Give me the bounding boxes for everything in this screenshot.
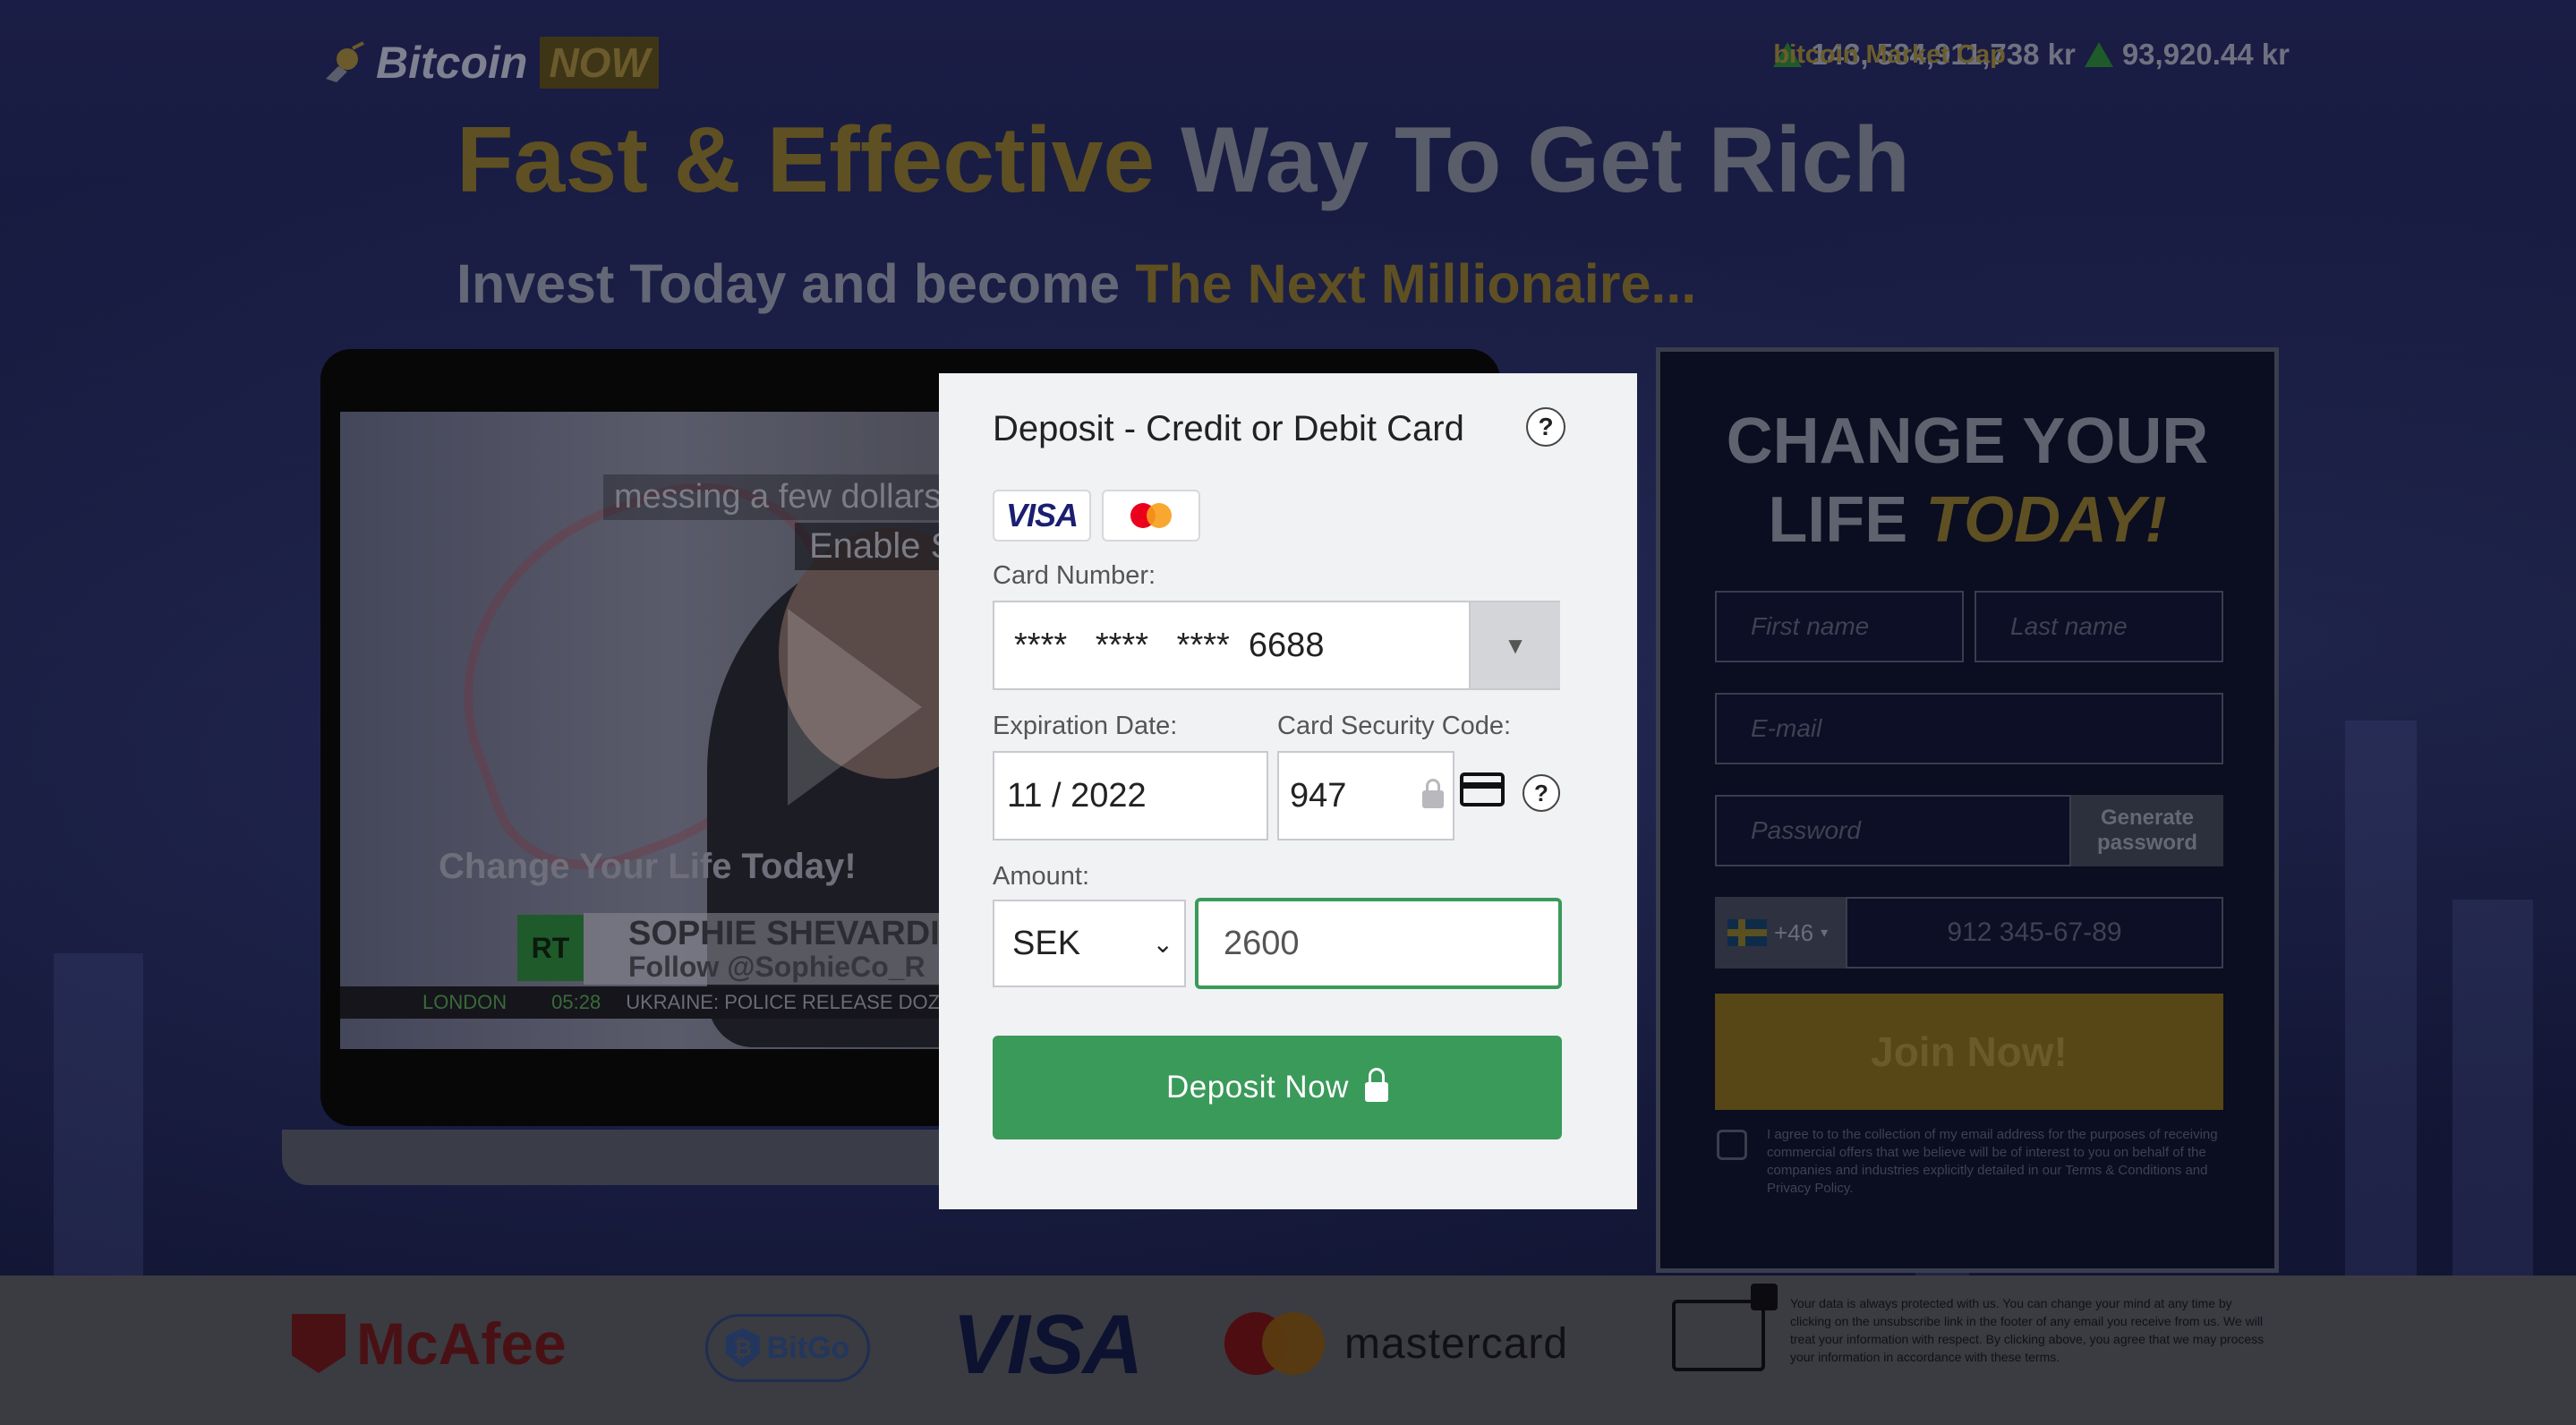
bitcoin-shield-icon: ₿	[725, 1328, 760, 1368]
signup-title-accent: TODAY!	[1925, 484, 2167, 556]
bitgo-label: BitGo	[766, 1330, 850, 1365]
mastercard-label: mastercard	[1344, 1319, 1569, 1368]
join-now-button[interactable]: Join Now!	[1715, 994, 2223, 1110]
password-input[interactable]: Password	[1715, 795, 2071, 866]
price-label: bitcoin	[1773, 39, 1859, 69]
chevron-down-icon: ⌄	[1152, 929, 1173, 958]
security-code-value: 947	[1290, 776, 1347, 815]
currency-value: SEK	[1012, 924, 1081, 962]
mastercard-logo: mastercard	[1224, 1312, 1568, 1375]
email-input[interactable]: E-mail	[1715, 693, 2223, 764]
signup-title-line1: CHANGE YOUR	[1726, 405, 2209, 477]
video-overlay-text: Change Your Life Today!	[439, 847, 857, 886]
mcafee-shield-icon	[292, 1314, 345, 1373]
site-logo[interactable]: Bitcoin NOW	[320, 36, 659, 90]
signup-title-plain: LIFE	[1768, 484, 1908, 556]
subhead-grey: Invest Today and become	[456, 253, 1121, 314]
hero-headline: Fast & Effective Way To Get Rich	[456, 107, 1910, 214]
city-silhouette	[2345, 721, 2417, 1276]
visa-logo: VISA	[952, 1297, 1143, 1391]
amount-value: 2600	[1224, 924, 1300, 962]
generate-password-button[interactable]: Generate password	[2071, 795, 2223, 866]
bitcoin-runner-icon	[320, 39, 367, 86]
headline-grey: Way To Get Rich	[1181, 108, 1910, 212]
phone-country-select[interactable]: +46 ▾	[1715, 897, 1846, 968]
security-code-field[interactable]: 947	[1277, 751, 1454, 840]
first-name-input[interactable]: First name	[1715, 591, 1964, 662]
agree-text: I agree to to the collection of my email…	[1767, 1127, 2218, 1196]
ticker-location: LONDON	[422, 991, 508, 1013]
deposit-now-button[interactable]: Deposit Now	[993, 1036, 1562, 1139]
expiration-field[interactable]: 11 / 2022	[993, 751, 1268, 840]
city-silhouette	[54, 953, 143, 1276]
currency-select[interactable]: SEK ⌄	[993, 900, 1186, 987]
credit-card-icon	[1460, 772, 1505, 806]
amount-label: Amount:	[993, 862, 1089, 891]
help-icon[interactable]: ?	[1526, 407, 1565, 447]
mcafee-badge: McAfee	[292, 1310, 567, 1377]
card-select-dropdown[interactable]: ▼	[1469, 602, 1560, 688]
modal-title: Deposit - Credit or Debit Card	[993, 409, 1464, 448]
bitgo-badge: ₿ BitGo	[705, 1314, 870, 1382]
lower-third-name: SOPHIE SHEVARDI	[628, 915, 940, 952]
deposit-button-label: Deposit Now	[1166, 1070, 1349, 1105]
price-value: 93,920.44 kr	[2121, 38, 2290, 71]
mastercard-circle-orange	[1262, 1312, 1325, 1375]
visa-small-label: VISA	[1005, 497, 1079, 533]
privacy-note: Your data is always protected with us. Y…	[1790, 1296, 2265, 1364]
mcafee-label: McAfee	[356, 1310, 567, 1377]
amount-input[interactable]: 2600	[1195, 898, 1562, 989]
chevron-down-icon: ▾	[1821, 926, 1829, 941]
mastercard-card-logo[interactable]	[1102, 490, 1200, 542]
agree-checkbox[interactable]	[1717, 1130, 1747, 1160]
channel-logo: RT	[517, 915, 584, 981]
headline-gold: Fast & Effective	[456, 108, 1156, 212]
logo-badge: NOW	[540, 37, 659, 89]
secure-data-icon	[1672, 1284, 1778, 1371]
security-help-icon[interactable]: ?	[1523, 774, 1560, 812]
security-code-label: Card Security Code:	[1277, 712, 1512, 740]
sweden-flag-icon	[1727, 919, 1767, 946]
up-arrow-icon	[2084, 42, 2113, 67]
card-number-value: **** **** **** 6688	[1014, 626, 1325, 664]
hero-subheadline: Invest Today and become The Next Million…	[456, 252, 1696, 315]
lower-third-handle: Follow @SophieCo_R	[628, 951, 925, 983]
mc-orange-circle	[1147, 503, 1172, 528]
lock-icon	[1364, 1068, 1388, 1102]
price-ticker: bitcoin Market Cap 143, 584,911,738 kr b…	[1773, 38, 2290, 72]
lock-icon	[1422, 779, 1444, 808]
phone-input[interactable]: 912 345-67-89	[1846, 897, 2223, 968]
chevron-down-icon: ▼	[1504, 631, 1527, 659]
logo-wordmark: Bitcoin	[376, 38, 528, 88]
video-caption: messing a few dollars	[603, 474, 952, 520]
phone-prefix-value: +46	[1774, 918, 1814, 946]
signup-title: CHANGE YOUR LIFE TODAY!	[1660, 402, 2274, 559]
ticker-time: 05:28	[551, 991, 601, 1013]
play-icon[interactable]	[788, 609, 922, 806]
visa-card-logo[interactable]: VISA	[993, 490, 1091, 542]
expiration-label: Expiration Date:	[993, 712, 1178, 740]
deposit-modal: Deposit - Credit or Debit Card ? VISA Ca…	[939, 373, 1637, 1209]
signup-title-line2: LIFE TODAY!	[1660, 481, 2274, 559]
mastercard-small-icon	[1130, 503, 1172, 528]
lock-icon	[1751, 1284, 1778, 1310]
card-number-label: Card Number:	[993, 561, 1156, 590]
subhead-gold: The Next Millionaire...	[1135, 253, 1697, 314]
city-silhouette	[2452, 900, 2533, 1276]
expiration-value: 11 / 2022	[1007, 776, 1147, 815]
last-name-input[interactable]: Last name	[1975, 591, 2223, 662]
